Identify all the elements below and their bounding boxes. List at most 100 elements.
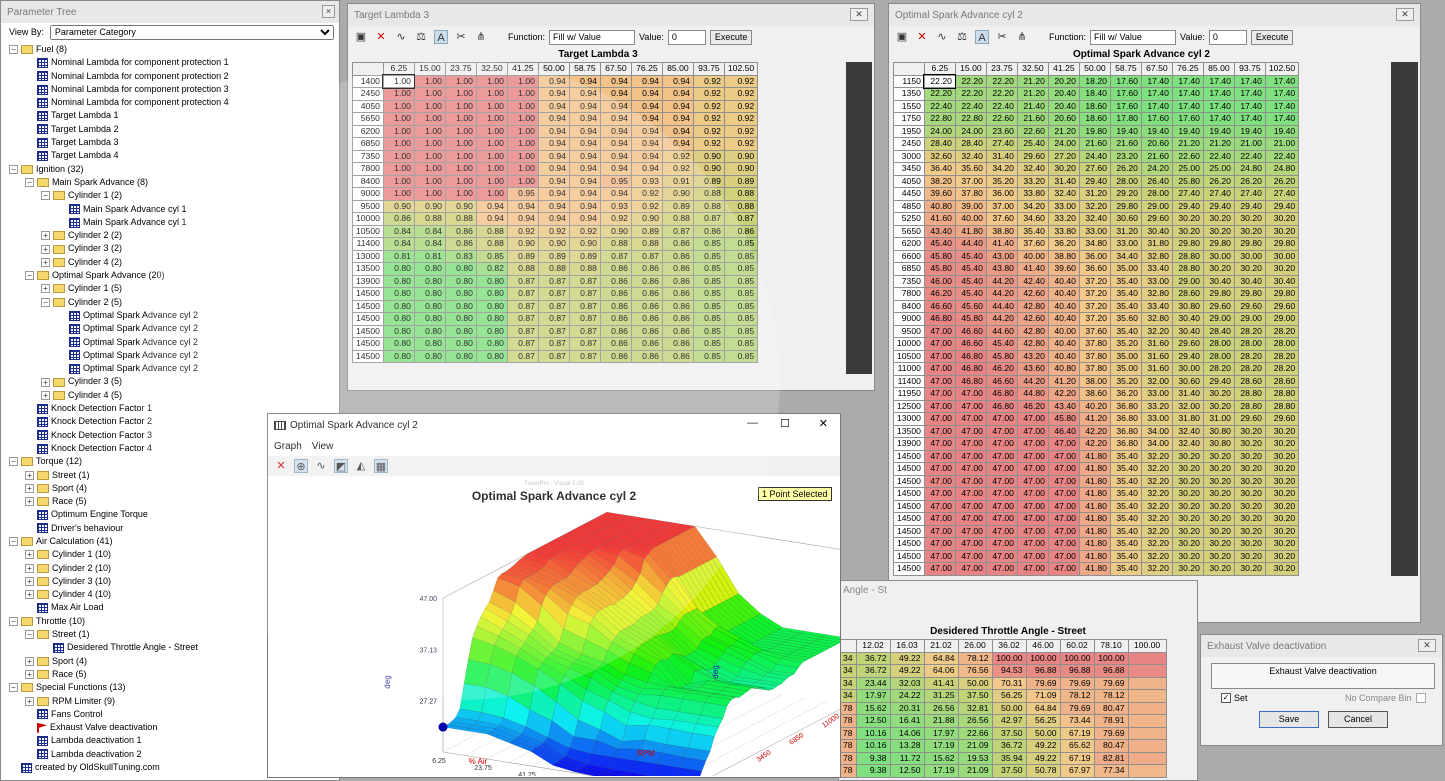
table-cell[interactable]: 0.92 <box>630 199 663 213</box>
table-cell[interactable]: 0.85 <box>723 312 759 326</box>
table-cell[interactable]: 35.40 <box>1016 224 1049 238</box>
set-checkbox-row[interactable]: ✓ Set <box>1221 693 1248 703</box>
table-cell[interactable]: 47.00 <box>985 537 1018 551</box>
table-cell[interactable]: 34 <box>839 676 857 690</box>
table-cell[interactable]: 32.40 <box>1078 212 1111 226</box>
row-header[interactable]: 1400 <box>352 74 384 88</box>
row-header[interactable]: 14500 <box>893 512 925 526</box>
table-cell[interactable]: 47.00 <box>1047 549 1080 563</box>
table-cell[interactable]: 1.00 <box>475 149 508 163</box>
table-cell[interactable]: 32.60 <box>923 149 956 163</box>
table-cell[interactable]: 36.60 <box>1078 262 1111 276</box>
table-cell[interactable]: 37.80 <box>1078 337 1111 351</box>
table-cell[interactable]: 24.22 <box>889 689 925 703</box>
table-cell[interactable]: 33.80 <box>1047 224 1080 238</box>
table-cell[interactable]: 45.80 <box>954 312 987 326</box>
table-cell[interactable]: 0.86 <box>630 274 663 288</box>
table-cell[interactable]: 47.00 <box>923 337 956 351</box>
table-cell[interactable]: 30.40 <box>1202 274 1235 288</box>
table-cell[interactable]: 45.40 <box>954 274 987 288</box>
table-cell[interactable]: 0.94 <box>568 162 601 176</box>
table-cell[interactable]: 47.00 <box>954 549 987 563</box>
table-cell[interactable]: 0.87 <box>506 324 539 338</box>
table-cell[interactable]: 30.20 <box>1202 562 1235 576</box>
table-cell[interactable]: 0.81 <box>413 249 446 263</box>
table-cell[interactable]: 30.20 <box>1264 437 1300 451</box>
table-cell[interactable]: 29.80 <box>1202 287 1235 301</box>
row-header[interactable]: 1750 <box>893 112 925 126</box>
table-cell[interactable]: 0.87 <box>506 274 539 288</box>
table-cell[interactable]: 0.94 <box>599 187 632 201</box>
table-cell[interactable]: 33.20 <box>1016 174 1049 188</box>
table-cell[interactable]: 30.20 <box>1233 499 1266 513</box>
table-cell[interactable]: 44.20 <box>1016 374 1049 388</box>
row-header[interactable]: 14500 <box>352 299 384 313</box>
table-cell[interactable]: 78 <box>839 739 857 753</box>
table-cell[interactable]: 34.20 <box>1016 199 1049 213</box>
table-cell[interactable]: 17.40 <box>1264 112 1300 126</box>
table-cell[interactable]: 29.60 <box>1233 299 1266 313</box>
table-cell[interactable]: 22.80 <box>954 112 987 126</box>
table-cell[interactable]: 37.50 <box>991 726 1027 740</box>
table-cell[interactable]: 0.80 <box>382 274 415 288</box>
table-cell[interactable]: 46.80 <box>954 349 987 363</box>
table-cell[interactable]: 0.94 <box>661 137 694 151</box>
table-cell[interactable]: 0.87 <box>506 287 539 301</box>
table-cell[interactable]: 18.40 <box>1078 87 1111 101</box>
table-cell[interactable]: 30.20 <box>1264 524 1300 538</box>
table-cell[interactable]: 35.94 <box>991 751 1027 765</box>
table-cell[interactable]: 30.20 <box>1233 424 1266 438</box>
table-cell[interactable]: 0.88 <box>444 212 477 226</box>
table-cell[interactable]: 0.94 <box>568 124 601 138</box>
column-header[interactable]: 100.00 <box>1127 639 1167 653</box>
row-header[interactable]: 6200 <box>352 124 384 138</box>
table-cell[interactable]: 0.80 <box>475 324 508 338</box>
table-cell[interactable]: 47.00 <box>985 424 1018 438</box>
table-cell[interactable]: 27.40 <box>1264 187 1300 201</box>
table-cell[interactable]: 42.80 <box>1016 299 1049 313</box>
table-cell[interactable]: 41.80 <box>1078 499 1111 513</box>
table-cell[interactable]: 30.20 <box>1047 162 1080 176</box>
tree-item[interactable]: Target Lambda 2 <box>1 123 339 136</box>
table-cell[interactable]: 0.94 <box>661 124 694 138</box>
table-cell[interactable]: 32.20 <box>1140 474 1173 488</box>
table-cell[interactable]: 79.69 <box>1093 676 1129 690</box>
row-header[interactable]: 4850 <box>893 199 925 213</box>
table-cell[interactable]: 96.88 <box>1059 664 1095 678</box>
table-cell[interactable]: 0.88 <box>506 262 539 276</box>
row-header[interactable]: 7800 <box>893 287 925 301</box>
table-cell[interactable]: 0.93 <box>599 199 632 213</box>
table-cell[interactable]: 46.40 <box>1047 424 1080 438</box>
column-header[interactable]: 26.00 <box>957 639 993 653</box>
table-cell[interactable]: 30.20 <box>1264 499 1300 513</box>
table-cell[interactable]: 25.40 <box>1016 137 1049 151</box>
table-cell[interactable]: 36.72 <box>991 739 1027 753</box>
table-cell[interactable]: 31.40 <box>1171 387 1204 401</box>
expand-icon[interactable]: + <box>25 590 34 600</box>
table-cell[interactable]: 0.92 <box>692 112 725 126</box>
column-header[interactable]: 76.25 <box>630 62 663 76</box>
table-cell[interactable]: 1.00 <box>475 187 508 201</box>
row-header[interactable]: 1950 <box>893 124 925 138</box>
table-cell[interactable]: 0.92 <box>599 212 632 226</box>
table-cell[interactable]: 17.40 <box>1202 112 1235 126</box>
table-cell[interactable] <box>1127 714 1167 728</box>
table-cell[interactable]: 29.60 <box>1171 337 1204 351</box>
surface-chart[interactable]: Optimal Spark Advance cyl 2 TunerPro - V… <box>268 476 840 776</box>
table-cell[interactable]: 0.86 <box>661 237 694 251</box>
table-cell[interactable]: 34.00 <box>1140 437 1173 451</box>
table-cell[interactable]: 0.87 <box>568 324 601 338</box>
table-cell[interactable]: 29.60 <box>1264 412 1300 426</box>
table-cell[interactable]: 0.85 <box>692 337 725 351</box>
table-cell[interactable]: 28.20 <box>1202 362 1235 376</box>
table-cell[interactable]: 30.20 <box>1171 487 1204 501</box>
table-cell[interactable]: 0.94 <box>568 137 601 151</box>
table-cell[interactable]: 41.41 <box>923 676 959 690</box>
table-cell[interactable]: 29.40 <box>1078 174 1111 188</box>
collapse-icon[interactable]: − <box>9 164 18 174</box>
table-cell[interactable]: 0.85 <box>692 249 725 263</box>
table-cell[interactable]: 29.60 <box>1233 412 1266 426</box>
table-cell[interactable]: 40.40 <box>1047 299 1080 313</box>
table-cell[interactable]: 19.40 <box>1202 124 1235 138</box>
table-cell[interactable]: 43.00 <box>985 249 1018 263</box>
